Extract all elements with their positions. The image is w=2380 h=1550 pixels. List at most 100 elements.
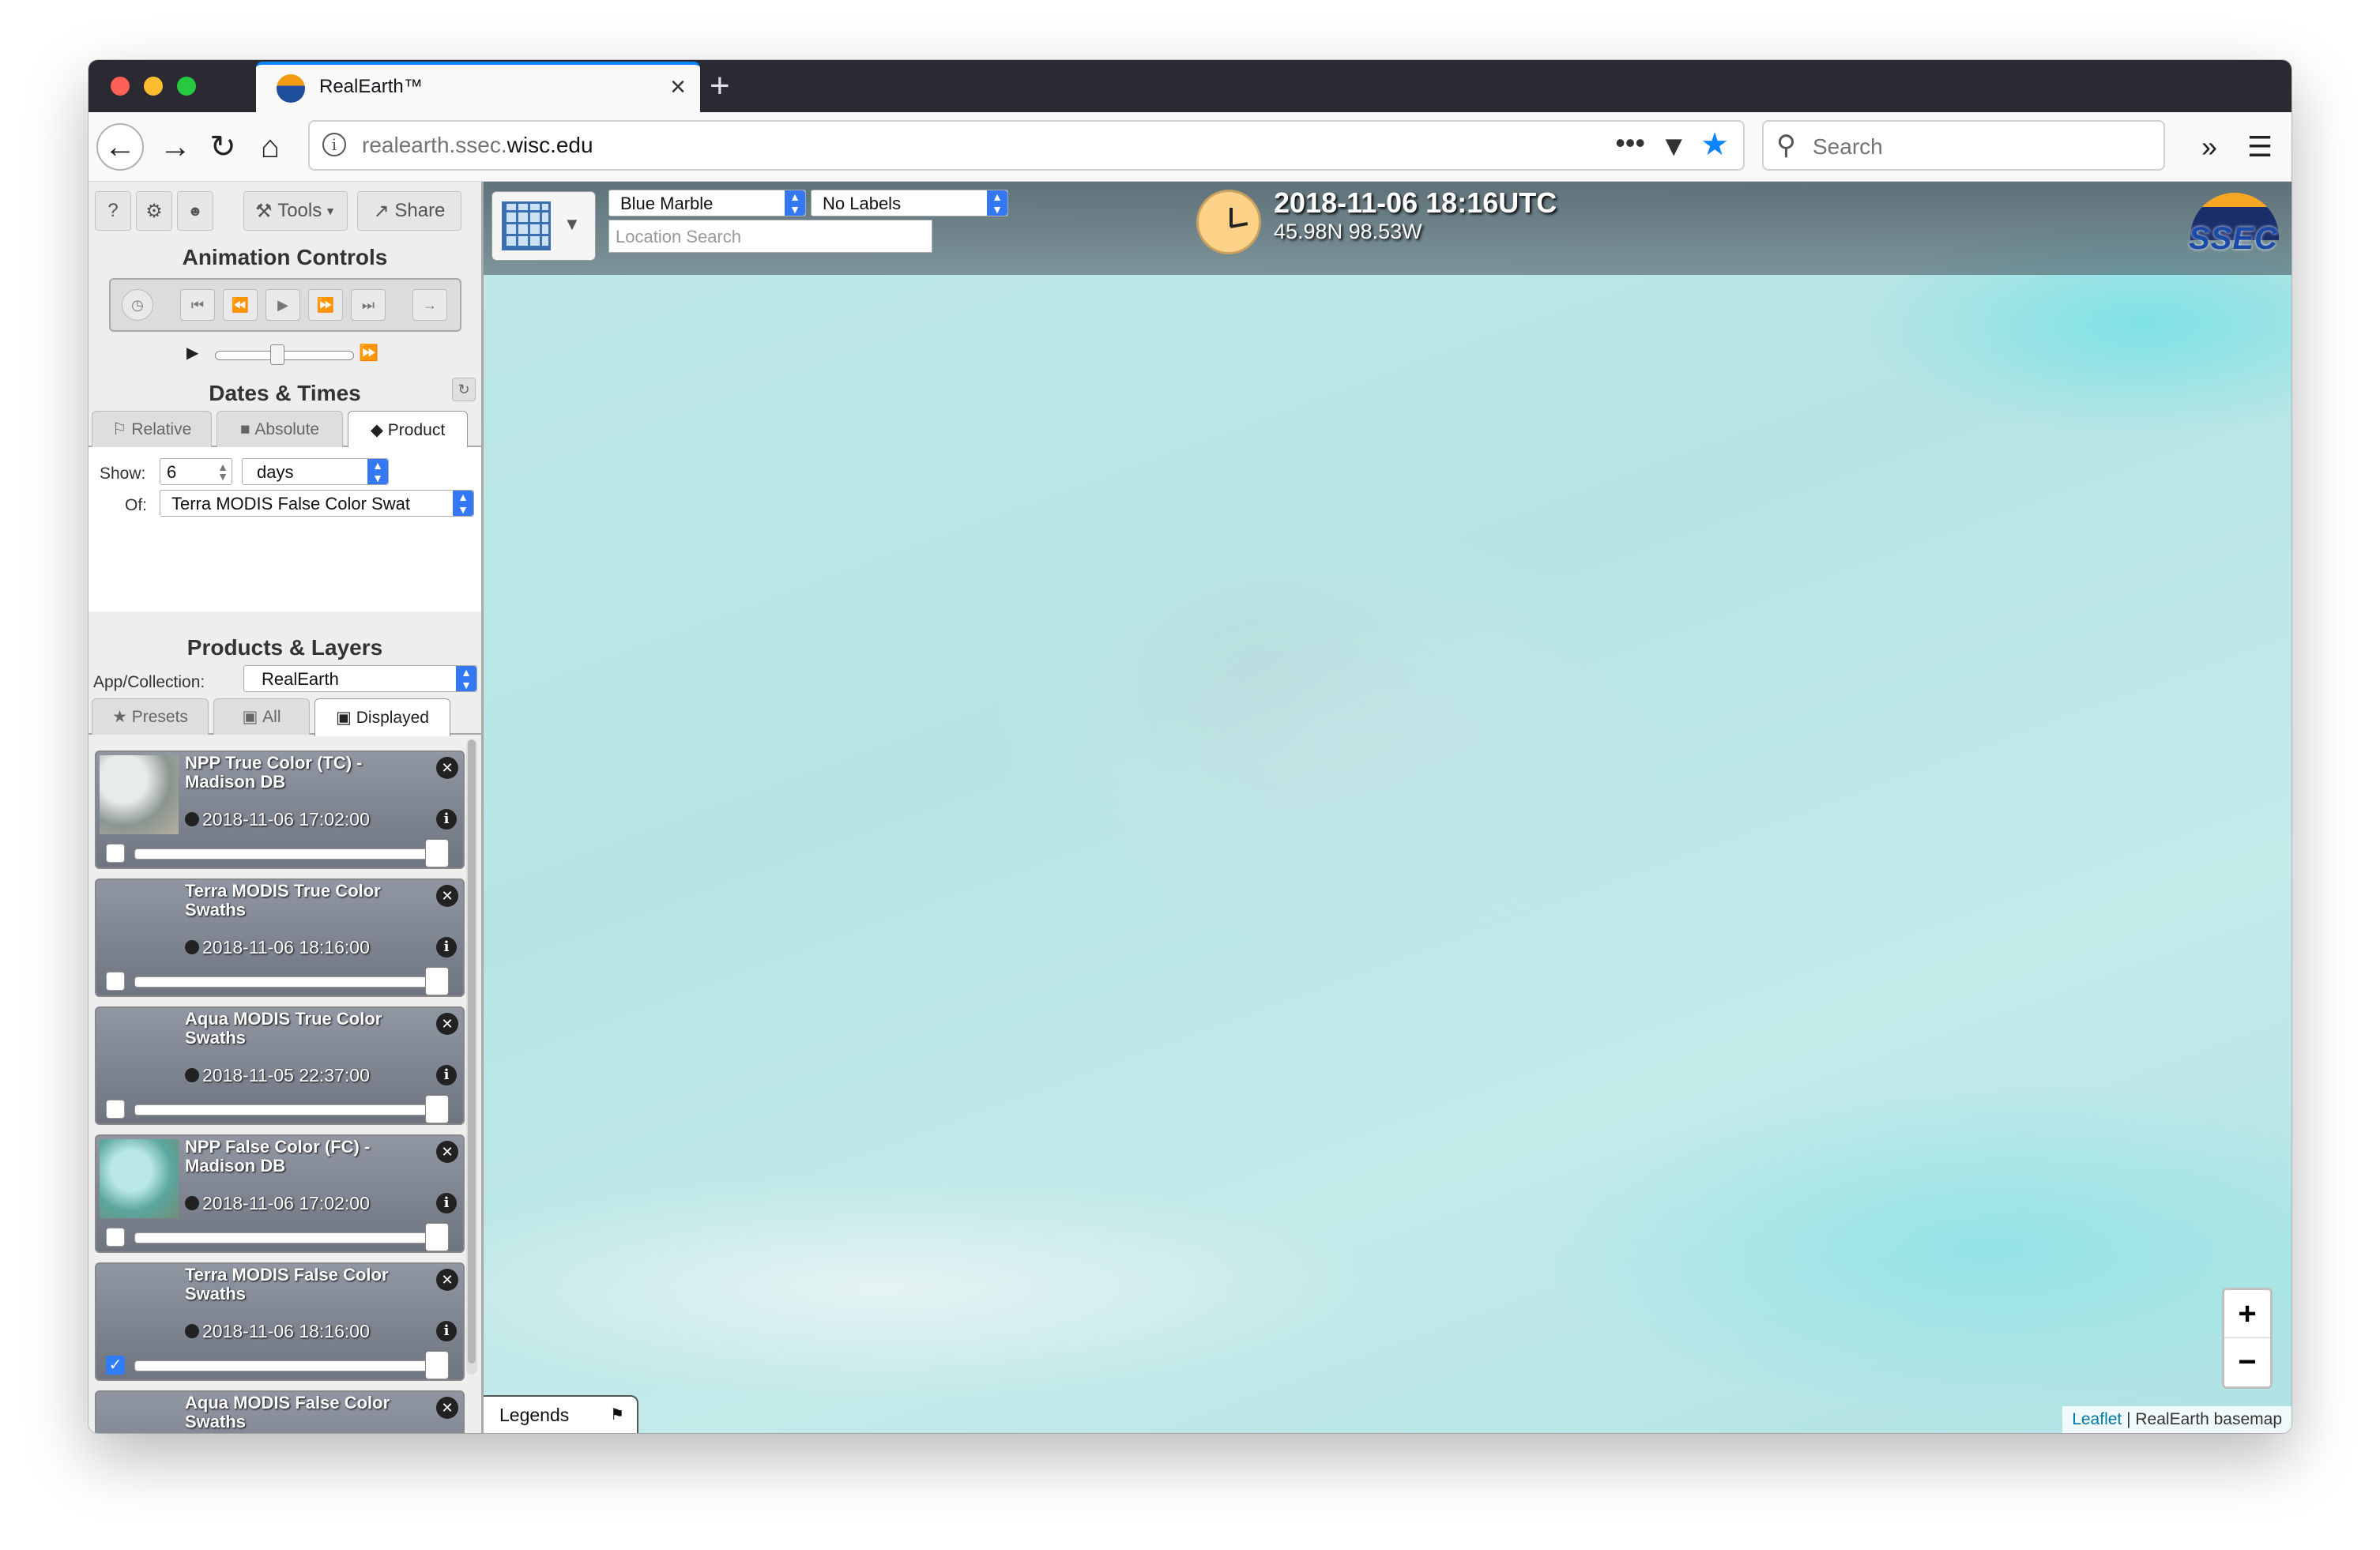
search-input[interactable]: Search [1813,134,1883,160]
tab-displayed[interactable]: ▣ Displayed [314,698,450,736]
select-caret-icon: ▲ ▼ [987,190,1007,216]
layer-visibility-checkbox[interactable] [106,1100,125,1119]
window-close-button[interactable] [111,77,130,96]
play-button[interactable]: ▶ [265,289,300,321]
layer-visibility-checkbox[interactable] [106,844,125,863]
layer-card[interactable]: Terra MODIS True Color Swaths ✕ 2018-11-06… [95,878,465,997]
zoom-in-button[interactable]: + [2224,1290,2270,1338]
info-icon[interactable]: i [436,809,457,830]
remove-layer-icon[interactable]: ✕ [436,1141,458,1163]
collection-select[interactable]: RealEarth ▲ ▼ [243,665,477,692]
info-icon[interactable]: i [436,937,457,957]
legends-button[interactable]: Legends ⚑ [484,1395,638,1433]
remove-layer-icon[interactable]: ✕ [436,1397,458,1419]
labels-select[interactable]: No Labels ▲ ▼ [811,190,1008,216]
opacity-slider[interactable] [134,1104,439,1115]
share-button[interactable]: ↗ Share [357,191,461,231]
window-maximize-button[interactable] [177,77,196,96]
tab-presets[interactable]: ★ Presets [92,698,209,735]
step-forward-button[interactable]: ⏩ [308,289,343,321]
forward-button[interactable]: → [152,123,199,171]
window-minimize-button[interactable] [144,77,163,96]
clock-icon[interactable]: ◷ [122,289,153,321]
refresh-icon[interactable]: ↻ [452,378,476,401]
layer-picker-button[interactable]: ▼ [491,191,596,261]
search-bar[interactable]: ⚲ Search [1762,120,2165,171]
tab-all[interactable]: ▣ All [213,698,310,735]
layer-card[interactable]: Aqua MODIS False Color Swaths✕2018-11-05… [95,1390,465,1433]
sidebar: ? ⚙ ☻ ⚒ Tools ▼ ↗ Share Animation Contro… [88,182,484,1433]
opacity-slider[interactable] [134,1360,439,1371]
opacity-slider[interactable] [134,976,439,988]
tab-close-icon[interactable]: × [670,71,686,103]
info-icon[interactable]: i [436,1065,457,1085]
opacity-thumb[interactable] [425,967,449,995]
speed-slider[interactable]: ▶ ⏩ [183,343,389,367]
settings-gear-icon[interactable]: ⚙ [136,191,172,231]
opacity-thumb[interactable] [425,839,449,867]
spinner-icon[interactable]: ▲ ▼ [217,461,228,482]
new-tab-button[interactable]: + [710,66,730,106]
layer-card[interactable]: Terra MODIS False Color Swaths ✕ 2018-11-0… [95,1262,465,1381]
layer-card[interactable]: NPP True Color (TC) - Madison DB ✕ 2018-11… [95,751,465,869]
opacity-thumb[interactable] [425,1223,449,1251]
layer-thumbnail [100,755,179,834]
browser-tab[interactable]: RealEarth™ × [256,62,700,112]
map-timestamp: 2018-11-06 18:16UTC [1274,186,1557,219]
layer-list-scrollbar[interactable] [466,739,477,1375]
grid-layers-icon [502,201,551,250]
help-button[interactable]: ? [95,191,131,231]
reload-button[interactable]: ↻ [199,123,247,171]
first-frame-button[interactable]: ⏮ [180,289,215,321]
tab-absolute[interactable]: ■ Absolute [217,411,343,447]
unit-select[interactable]: days ▲ ▼ [242,458,389,485]
map-view[interactable]: ▼ Blue Marble ▲ ▼ No Labels ▲ ▼ Location Sea… [484,182,2292,1433]
hamburger-menu-icon[interactable]: ☰ [2236,123,2284,171]
leaflet-link[interactable]: Leaflet [2072,1410,2122,1428]
zoom-out-button[interactable]: − [2224,1338,2270,1386]
user-icon[interactable]: ☻ [177,191,213,231]
ssec-logo[interactable]: SSEC [2186,191,2284,259]
layer-visibility-checkbox[interactable] [106,972,125,991]
site-info-icon[interactable]: i [322,133,346,156]
layer-visibility-checkbox[interactable]: ✓ [106,1356,125,1375]
info-icon[interactable]: i [436,1321,457,1341]
opacity-thumb[interactable] [425,1351,449,1379]
show-label: Show: [100,465,146,483]
show-count-field[interactable]: 6 ▲ ▼ [160,458,232,485]
layer-visibility-checkbox[interactable] [106,1228,125,1247]
basemap-select[interactable]: Blue Marble ▲ ▼ [608,190,806,216]
layer-card[interactable]: NPP False Color (FC) - Madison DB ✕ 2018-1… [95,1134,465,1253]
home-button[interactable]: ⌂ [247,123,294,171]
tab-relative[interactable]: ⚐ Relative [92,411,212,447]
speed-track[interactable] [215,351,354,360]
loop-button[interactable]: → [412,289,447,321]
select-caret-icon: ▲ ▼ [453,491,473,516]
pocket-icon[interactable]: ▼ [1659,130,1688,163]
opacity-slider[interactable] [134,1232,439,1243]
tab-product[interactable]: ◆ Product [348,411,468,449]
opacity-slider[interactable] [134,848,439,860]
layer-time: 2018-11-06 18:16:00 [202,1321,370,1341]
url-text[interactable]: realearth.ssec.wisc.edu [362,133,593,158]
back-button[interactable]: ← [96,123,144,171]
bookmark-star-icon[interactable]: ★ [1700,126,1729,163]
remove-layer-icon[interactable]: ✕ [436,1269,458,1291]
step-back-button[interactable]: ⏪ [223,289,258,321]
url-bar[interactable]: i realearth.ssec.wisc.edu ••• ▼ ★ [308,120,1745,171]
remove-layer-icon[interactable]: ✕ [436,885,458,907]
location-search-input[interactable]: Location Search [608,220,932,253]
remove-layer-icon[interactable]: ✕ [436,757,458,779]
tools-button[interactable]: ⚒ Tools ▼ [243,191,348,231]
opacity-thumb[interactable] [425,1095,449,1123]
layer-card[interactable]: Aqua MODIS True Color Swaths ✕ 2018-11-05 … [95,1006,465,1125]
info-icon[interactable]: i [436,1193,457,1213]
speed-thumb[interactable] [270,344,284,365]
pin-icon[interactable]: ⚑ [610,1405,624,1424]
overflow-menu-icon[interactable]: » [2186,123,2233,171]
scroll-thumb[interactable] [468,739,476,1364]
product-select[interactable]: Terra MODIS False Color Swat ▲ ▼ [160,490,474,517]
last-frame-button[interactable]: ⏭ [351,289,386,321]
page-actions-icon[interactable]: ••• [1615,126,1645,160]
remove-layer-icon[interactable]: ✕ [436,1013,458,1035]
